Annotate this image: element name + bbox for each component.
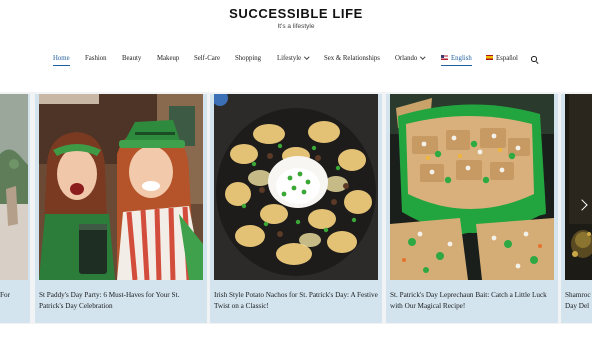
nav-item-label: Lifestyle	[277, 55, 302, 62]
main-nav: Home Fashion Beauty Makeup Self-Care Sho…	[0, 54, 592, 71]
nav-item-home[interactable]: Home	[53, 55, 70, 66]
post-card[interactable]: Shamroc Day Del	[561, 94, 592, 323]
nav-item-label: Fashion	[85, 55, 107, 62]
post-image[interactable]	[39, 94, 203, 280]
active-underline	[441, 65, 472, 66]
post-image[interactable]	[0, 94, 28, 280]
post-title[interactable]: St Paddy's Day Party: 6 Must-Haves for Y…	[39, 290, 203, 311]
post-title[interactable]: St. Patrick's Day Leprechaun Bait: Catch…	[390, 290, 554, 311]
post-title[interactable]: For	[0, 290, 30, 301]
page-bottom	[0, 324, 592, 337]
post-image-art	[0, 94, 28, 280]
site-title[interactable]: SUCCESSIBLE LIFE	[0, 6, 592, 21]
post-image[interactable]	[565, 94, 592, 280]
post-title[interactable]: Irish Style Potato Nachos for St. Patric…	[214, 290, 378, 311]
nav-item-beauty[interactable]: Beauty	[122, 55, 141, 62]
nav-item-label: Sex & Relationships	[324, 55, 380, 62]
post-image-art	[214, 94, 378, 280]
nav-item-label: Home	[53, 55, 70, 62]
post-card[interactable]: St. Patrick's Day Leprechaun Bait: Catch…	[386, 94, 558, 323]
nav-item-shopping[interactable]: Shopping	[235, 55, 261, 62]
nav-item-label: English	[451, 55, 472, 62]
nav-item-label: Self-Care	[194, 55, 221, 62]
spain-flag-icon	[486, 54, 493, 60]
site-tagline: It's a lifestyle	[277, 23, 315, 30]
active-underline	[53, 65, 70, 66]
chevron-down-icon	[420, 54, 426, 60]
post-image-art	[39, 94, 203, 280]
search-icon[interactable]	[531, 56, 538, 64]
post-title[interactable]: Shamroc Day Del	[565, 290, 592, 311]
nav-item-label: Español	[496, 55, 518, 62]
nav-item-espanol[interactable]: Español	[486, 54, 518, 62]
nav-item-self-care[interactable]: Self-Care	[194, 55, 220, 62]
post-image-art	[390, 94, 554, 280]
chevron-down-icon	[304, 54, 310, 60]
brand: SUCCESSIBLE LIFE It's a lifestyle	[0, 6, 592, 30]
nav-item-label: Makeup	[157, 55, 180, 62]
nav-item-orlando[interactable]: Orlando	[395, 54, 426, 62]
nav-item-fashion[interactable]: Fashion	[85, 55, 107, 62]
nav-item-label: Orlando	[395, 55, 418, 62]
us-flag-icon	[441, 54, 448, 60]
nav-item-english[interactable]: English	[441, 54, 472, 66]
nav-item-label: Beauty	[122, 55, 142, 62]
post-image-art	[565, 94, 592, 280]
search-handle	[535, 60, 538, 64]
site-header: SUCCESSIBLE LIFE It's a lifestyle Home F…	[0, 0, 592, 92]
nav-item-makeup[interactable]: Makeup	[157, 55, 179, 62]
post-card[interactable]: For	[0, 94, 30, 323]
post-image[interactable]	[390, 94, 554, 280]
nav-item-sex-relationships[interactable]: Sex & Relationships	[324, 55, 380, 62]
post-card[interactable]: Irish Style Potato Nachos for St. Patric…	[210, 94, 382, 323]
nav-item-label: Shopping	[235, 55, 262, 62]
nav-item-lifestyle[interactable]: Lifestyle	[277, 54, 310, 62]
post-image[interactable]	[214, 94, 378, 280]
post-card[interactable]: St Paddy's Day Party: 6 Must-Haves for Y…	[35, 94, 207, 323]
